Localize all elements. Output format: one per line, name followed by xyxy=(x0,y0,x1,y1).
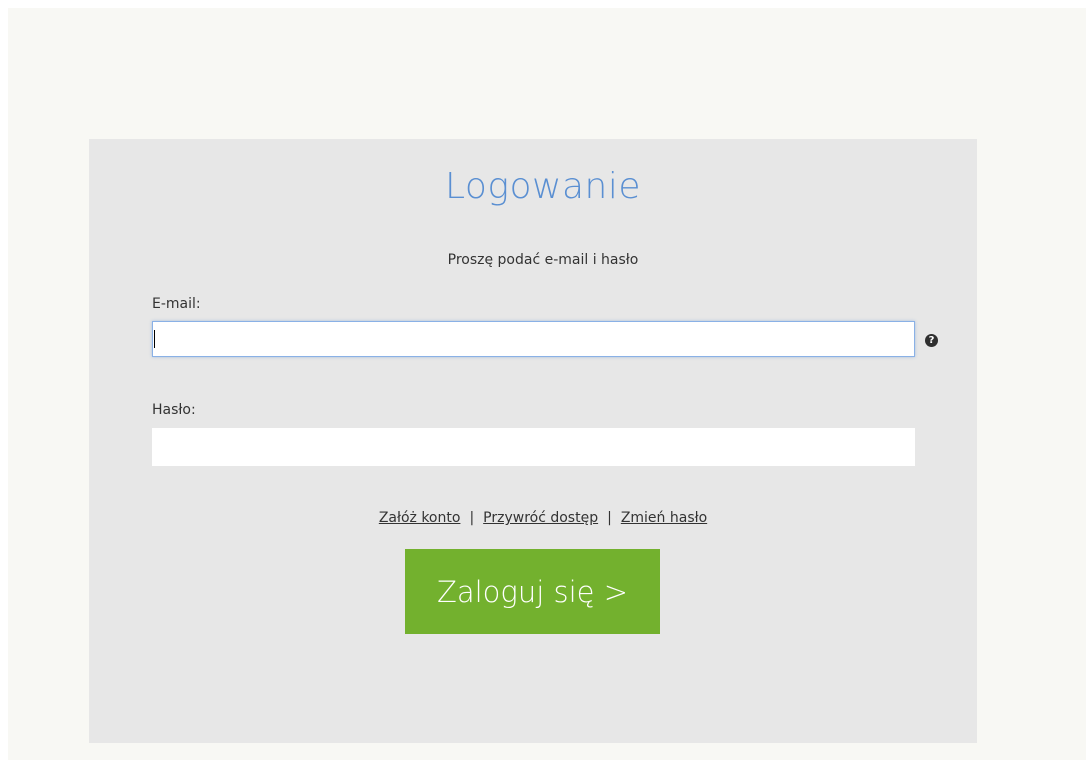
page-title: Logowanie xyxy=(444,166,642,207)
email-label: E-mail: xyxy=(152,296,201,312)
register-link[interactable]: Załóż konto xyxy=(379,510,461,526)
account-links: Załóż konto | Przywróć dostęp | Zmień hasło xyxy=(0,510,1086,526)
login-instructions: Proszę podać e-mail i hasło xyxy=(447,252,639,268)
question-circle-icon[interactable]: ? xyxy=(925,334,938,347)
login-button[interactable]: Zaloguj się > xyxy=(405,549,660,634)
link-separator: | xyxy=(469,510,475,526)
restore-access-link[interactable]: Przywróć dostęp xyxy=(483,510,598,526)
email-field[interactable] xyxy=(152,321,915,357)
link-separator: | xyxy=(607,510,612,526)
password-label: Hasło: xyxy=(152,402,196,418)
change-password-link[interactable]: Zmień hasło xyxy=(621,510,707,526)
text-caret xyxy=(154,330,155,348)
password-field[interactable] xyxy=(152,428,915,466)
